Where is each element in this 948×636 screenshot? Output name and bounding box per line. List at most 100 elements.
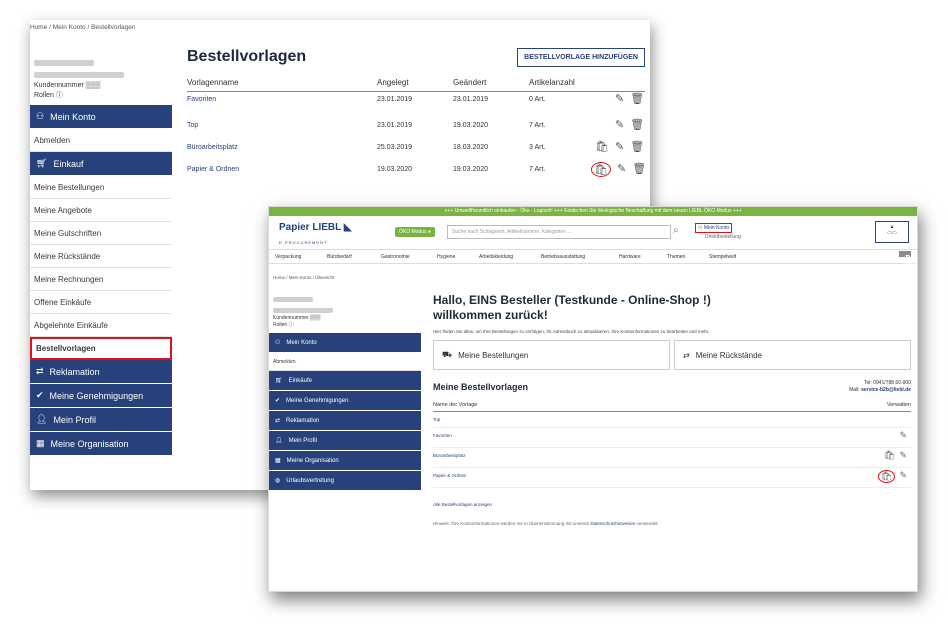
truck-icon: ⛟ (442, 350, 453, 359)
nav-buerobedarf[interactable]: Bürobedarf (327, 254, 352, 260)
edit-icon[interactable]: ✎ (899, 430, 907, 441)
all-templates-link[interactable]: Alle Bestellvorlagen anzeigen (433, 502, 911, 507)
check-icon: ✔ (275, 398, 281, 404)
user-icon: ⚇ (698, 225, 703, 231)
certification-badge: ▲ ▭▭ (875, 221, 909, 243)
edit-icon[interactable]: ✎ (899, 450, 907, 461)
template-link[interactable]: Top (433, 417, 440, 422)
info-icon[interactable]: ⓘ (56, 92, 63, 99)
nav-hardware[interactable]: Hardware (619, 254, 641, 260)
nav-meine-bestellungen[interactable]: Meine Bestellungen (30, 176, 172, 199)
info-icon[interactable]: ⓘ (289, 322, 294, 328)
breadcrumb-home[interactable]: Home (30, 24, 47, 31)
nav-themen[interactable]: Themen (667, 254, 685, 260)
nav-meine-organisation[interactable]: ▦ Meine Organisation (30, 432, 172, 456)
template-name[interactable]: Papier & Ordnen (187, 166, 239, 173)
mein-konto-link[interactable]: ⚇ Mein Konto (695, 223, 733, 233)
template-name[interactable]: Büroarbeitsplatz (187, 144, 238, 151)
logo-subtitle: E-PROCUREMENT (279, 240, 328, 245)
nav-mein-profil[interactable]: 👤︎ Mein Profil (269, 431, 421, 451)
breadcrumb-mein-konto[interactable]: Mein Konto (53, 24, 86, 31)
search-icon[interactable]: ⌕ (673, 225, 679, 236)
template-link[interactable]: Büroarbeitsplatz (433, 453, 466, 458)
user-icon: ⚇ (275, 340, 281, 346)
building-icon: ▦ (36, 438, 45, 448)
trash-icon[interactable]: 🗑︎ (630, 140, 644, 153)
site-header: Papier LIEBL ◣ E-PROCUREMENT ÖKO Modus ●… (269, 216, 917, 250)
nav-mein-konto[interactable]: ⚇ Mein Konto (30, 105, 172, 129)
template-link[interactable]: Papier & Ordnen (433, 473, 467, 478)
nav-abgelehnte-einkaeufe[interactable]: Abgelehnte Einkäufe (30, 314, 172, 337)
nav-abmelden[interactable]: Abmelden (269, 353, 421, 371)
privacy-link[interactable]: Datenschutzhinweisen (590, 521, 635, 526)
table-row: Favoriten 23.01.2019 23.01.2019 0 Art. ✎… (187, 92, 645, 118)
cart-button[interactable]: 🛍︎ 1 ARTIKEL (899, 251, 917, 267)
breadcrumb-current: Bestellvorlagen (91, 24, 136, 31)
add-template-button[interactable]: BESTELLVORLAGE HINZUFÜGEN (517, 48, 645, 67)
nav-betriebsausstattung[interactable]: Betriebsausstattung (541, 254, 585, 260)
nav-meine-genehmigungen[interactable]: ✔ Meine Genehmigungen (269, 391, 421, 411)
blurred-user (34, 72, 124, 78)
mail-label: Mail: (849, 387, 860, 393)
trash-icon[interactable]: 🗑︎ (630, 118, 644, 131)
row-actions: 🛍︎ ✎ 🗑︎ (591, 162, 646, 177)
nav-offene-einkaeufe[interactable]: Offene Einkäufe (30, 291, 172, 314)
nav-meine-organisation[interactable]: ▦ Meine Organisation (269, 451, 421, 471)
list-item: Papier & Ordnen 🛍︎ ✎ (433, 468, 911, 488)
trash-icon[interactable]: 🗑︎ (632, 162, 646, 177)
changed-date: 23.01.2019 (453, 96, 489, 103)
nav-reklamation[interactable]: ⇄ Reklamation (269, 411, 421, 431)
direktbestellung-link[interactable]: Direktbestellung (705, 234, 741, 240)
col-name: Vorlagenname (187, 78, 239, 87)
nav-stempelwelt[interactable]: Stempelwelt (709, 254, 736, 260)
nav-mein-profil[interactable]: 👤︎ Mein Profil (30, 408, 172, 432)
tile-meine-bestellungen[interactable]: ⛟ Meine Bestellungen (433, 340, 670, 370)
row-actions: 🛍︎ ✎ (884, 450, 907, 461)
promo-banner[interactable]: +++ Umweltfreundlich einkaufen - Öko - L… (269, 207, 917, 216)
trash-icon[interactable]: 🗑︎ (630, 92, 644, 105)
edit-icon[interactable]: ✎ (615, 140, 624, 153)
nav-meine-rechnungen[interactable]: Meine Rechnungen (30, 268, 172, 291)
nav-mein-konto[interactable]: ⚇ Mein Konto (269, 333, 421, 353)
nav-gastronomie[interactable]: Gastronomie (381, 254, 410, 260)
greeting-heading: Hallo, EINS Besteller (Testkunde - Onlin… (433, 293, 711, 307)
row-actions: ✎ 🗑︎ (615, 92, 644, 105)
nav-meine-angebote[interactable]: Meine Angebote (30, 199, 172, 222)
nav-urlaubsvertretung[interactable]: ◍ Urlaubsvertretung (269, 471, 421, 491)
nav-einkauf[interactable]: 🛒︎ Einkauf (30, 152, 172, 176)
col-created: Angelegt (377, 78, 409, 87)
logo[interactable]: Papier LIEBL ◣ (279, 222, 352, 233)
edit-icon[interactable]: ✎ (615, 118, 624, 131)
edit-icon[interactable]: ✎ (615, 92, 624, 105)
shopping-bag-icon[interactable]: 🛍︎ (884, 450, 895, 461)
template-name[interactable]: Top (187, 122, 198, 129)
nav-reklamation[interactable]: ⇄ Reklamation (30, 360, 172, 384)
tile-meine-rueckstaende[interactable]: ⇄ Meine Rückstände (674, 340, 911, 370)
blurred-user (273, 308, 333, 313)
nav-arbeitskleidung[interactable]: Arbeitskleidung (479, 254, 513, 260)
nav-meine-genehmigungen[interactable]: ✔ Meine Genehmigungen (30, 384, 172, 408)
nav-hygiene[interactable]: Hygiene (437, 254, 455, 260)
shopping-bag-icon[interactable]: 🛍︎ (595, 140, 609, 153)
nav-bestellvorlagen[interactable]: Bestellvorlagen (30, 337, 172, 360)
created-date: 19.03.2020 (377, 166, 413, 173)
mail-link[interactable]: service-b2b@liebl.de (861, 387, 911, 393)
person-icon: 👤︎ (36, 414, 48, 424)
edit-icon[interactable]: ✎ (617, 162, 626, 177)
template-name[interactable]: Favoriten (187, 96, 216, 103)
breadcrumb: Home / Mein Konto / Bestellvorlagen (30, 24, 136, 31)
shopping-bag-icon[interactable]: 🛍︎ (878, 470, 896, 483)
nav-einkaeufe[interactable]: 🛒︎ Einkäufe (269, 371, 421, 391)
nav-verpackung[interactable]: Verpackung (275, 254, 301, 260)
row-actions: 🛍︎ ✎ 🗑︎ (595, 140, 644, 153)
category-nav: Verpackung Bürobedarf Gastronomie Hygien… (269, 250, 917, 267)
edit-icon[interactable]: ✎ (899, 470, 907, 483)
nav-abmelden[interactable]: Abmelden (30, 129, 172, 152)
template-link[interactable]: Favoriten (433, 433, 452, 438)
nav-meine-rueckstaende[interactable]: Meine Rückstände (30, 245, 172, 268)
search-input[interactable]: Suche nach Schlagwort, Artikelnummer, Ka… (447, 225, 671, 239)
shopping-bag-icon[interactable]: 🛍︎ (591, 162, 611, 177)
oeko-mode-toggle[interactable]: ÖKO Modus ● (395, 227, 435, 237)
user-icon: ⚇ (36, 111, 45, 121)
nav-meine-gutschriften[interactable]: Meine Gutschriften (30, 222, 172, 245)
